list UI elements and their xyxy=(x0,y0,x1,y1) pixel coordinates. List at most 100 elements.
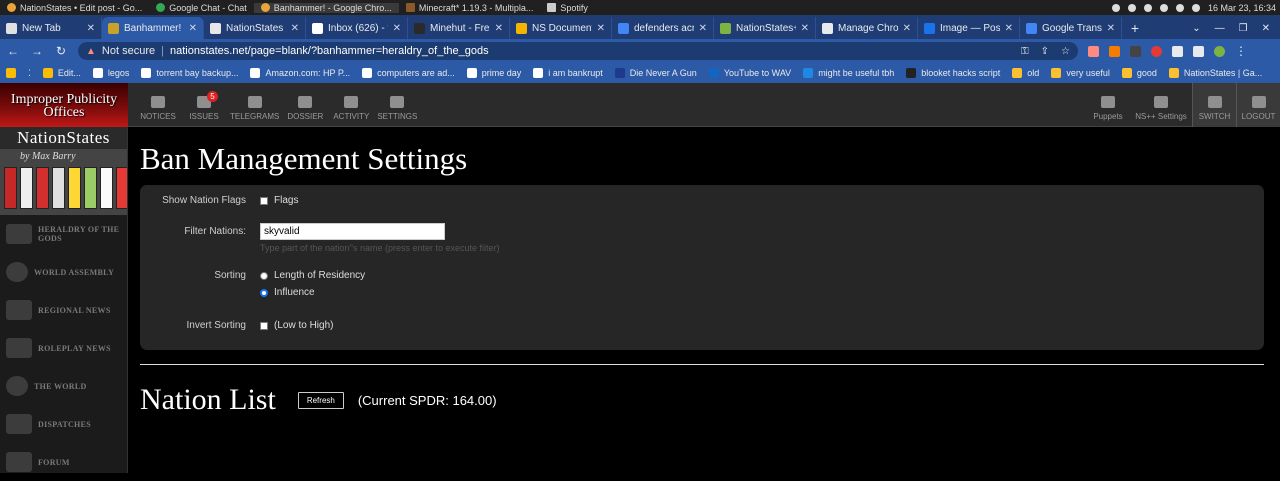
nav-switch[interactable]: SWITCH xyxy=(1192,83,1236,127)
tab-4[interactable]: Minehut - Free I ✕ xyxy=(408,17,510,39)
url-text[interactable]: nationstates.net/page=blank/?banhammer=h… xyxy=(170,45,489,57)
sidebar-item-dispatches[interactable]: DISPATCHES xyxy=(0,405,127,443)
volume-icon[interactable] xyxy=(1175,3,1184,12)
bookmark-item[interactable]: i am bankrupt xyxy=(533,68,603,78)
nav-notices[interactable]: NOTICES xyxy=(138,83,178,127)
power-icon[interactable] xyxy=(1191,3,1200,12)
taskbar-item[interactable]: NationStates • Edit post - Go... xyxy=(0,3,149,13)
address-bar[interactable]: ▲ Not secure | nationstates.net/page=bla… xyxy=(78,42,1078,60)
notification-icon[interactable] xyxy=(1111,3,1120,12)
bookmark-item[interactable]: very useful xyxy=(1051,68,1110,78)
media-icon[interactable] xyxy=(1127,3,1136,12)
new-tab-button[interactable]: + xyxy=(1122,17,1148,39)
tab-close-icon[interactable]: ✕ xyxy=(903,23,911,34)
refresh-button[interactable]: Refresh xyxy=(297,391,344,409)
bookmark-item[interactable]: good xyxy=(1121,68,1157,78)
bluetooth-icon[interactable] xyxy=(1159,3,1168,12)
tab-close-icon[interactable]: ✕ xyxy=(87,23,95,34)
bookmark-item[interactable]: old xyxy=(1012,68,1039,78)
region-logo[interactable]: Improper Publicity Offices xyxy=(0,83,128,127)
sidebar-item-the-world[interactable]: THE WORLD xyxy=(0,367,127,405)
extension-icon[interactable] xyxy=(1151,45,1162,57)
bookmark-item[interactable]: prime day xyxy=(466,68,521,78)
bookmark-item[interactable]: Amazon.com: HP P... xyxy=(250,68,350,78)
sort-influence-label[interactable]: Influence xyxy=(274,287,315,298)
sidebar-icon[interactable] xyxy=(1193,45,1204,57)
minimize-icon[interactable]: — xyxy=(1215,23,1225,34)
tab-10[interactable]: Google Translat ✕ xyxy=(1020,17,1122,39)
sidebar-item-regional-news[interactable]: REGIONAL NEWS xyxy=(0,291,127,329)
tab-close-icon[interactable]: ✕ xyxy=(291,23,299,34)
extension-icon[interactable] xyxy=(1130,45,1141,57)
bookmark-item[interactable]: YouTube to WAV xyxy=(708,68,791,78)
tab-5[interactable]: NS Documents ✕ xyxy=(510,17,612,39)
key-icon[interactable]: ⚿ xyxy=(1021,46,1029,57)
bookmark-item[interactable]: NationStates | Ga... xyxy=(1168,68,1262,78)
forward-icon[interactable]: → xyxy=(30,44,44,58)
tab-close-icon[interactable]: ✕ xyxy=(495,23,503,34)
extension-icon[interactable] xyxy=(1088,45,1099,57)
nav-settings[interactable]: SETTINGS xyxy=(377,83,417,127)
taskbar-item[interactable]: Google Chat - Chat xyxy=(149,3,254,13)
bookmark-item[interactable]: computers are ad... xyxy=(362,68,455,78)
extension-icon[interactable] xyxy=(1109,45,1120,57)
invert-checkbox[interactable] xyxy=(260,321,268,330)
tab-7[interactable]: NationStates++ ✕ xyxy=(714,17,816,39)
warning-icon[interactable]: ▲ xyxy=(86,46,96,57)
sidebar-item-heraldry-of-the-gods[interactable]: HERALDRY OF THE GODS xyxy=(0,215,127,253)
tab-close-icon[interactable]: ✕ xyxy=(1107,23,1115,34)
nav-activity[interactable]: ACTIVITY xyxy=(331,83,371,127)
wifi-icon[interactable] xyxy=(1143,3,1152,12)
sidebar-item-world-assembly[interactable]: WORLD ASSEMBLY xyxy=(0,253,127,291)
nav-issues[interactable]: ISSUES 5 xyxy=(184,83,224,127)
tab-close-icon[interactable]: ✕ xyxy=(597,23,605,34)
taskbar-item[interactable]: Banhammer! - Google Chro... xyxy=(253,2,399,13)
tab-9[interactable]: Image — Postin ✕ xyxy=(918,17,1020,39)
nav-logout[interactable]: LOGOUT xyxy=(1236,83,1280,127)
maximize-icon[interactable]: ❐ xyxy=(1239,23,1248,34)
tab-0[interactable]: New Tab ✕ xyxy=(0,17,102,39)
tab-close-icon[interactable]: ✕ xyxy=(801,23,809,34)
sort-influence-radio[interactable] xyxy=(260,288,268,297)
flags-checkbox[interactable] xyxy=(260,196,268,205)
tab-6[interactable]: defenders acros ✕ xyxy=(612,17,714,39)
more-dots-icon[interactable]: ⁚ xyxy=(28,68,31,79)
filter-nations-input[interactable] xyxy=(260,223,445,240)
tab-3[interactable]: Inbox (626) - th ✕ xyxy=(306,17,408,39)
tab-8[interactable]: Manage Chrom ✕ xyxy=(816,17,918,39)
tab-1[interactable]: Banhammer! ✕ xyxy=(102,17,204,39)
bookmark-item[interactable]: might be useful tbh xyxy=(803,68,894,78)
security-label[interactable]: Not secure xyxy=(102,45,155,57)
menu-icon[interactable]: ⋮ xyxy=(1235,44,1247,58)
profile-avatar-icon[interactable] xyxy=(1214,45,1225,57)
sidebar-item-roleplay-news[interactable]: ROLEPLAY NEWS xyxy=(0,329,127,367)
nav-telegrams[interactable]: TELEGRAMS xyxy=(230,83,279,127)
bookmark-item[interactable]: Die Never A Gun xyxy=(614,68,697,78)
sort-residency-radio[interactable] xyxy=(260,271,268,280)
close-icon[interactable]: ✕ xyxy=(1262,23,1270,34)
nav-puppets[interactable]: Puppets xyxy=(1086,83,1130,127)
reload-icon[interactable]: ↻ xyxy=(54,44,68,58)
tab-close-icon[interactable]: ✕ xyxy=(699,23,707,34)
apps-icon[interactable] xyxy=(6,68,16,78)
puzzle-icon[interactable] xyxy=(1172,45,1183,57)
star-icon[interactable]: ☆ xyxy=(1061,46,1070,57)
invert-option-label[interactable]: (Low to High) xyxy=(274,320,333,331)
nav-ns-settings[interactable]: NS++ Settings xyxy=(1130,83,1192,127)
sort-residency-label[interactable]: Length of Residency xyxy=(274,270,365,281)
tab-close-icon[interactable]: ✕ xyxy=(1005,23,1013,34)
taskbar-item[interactable]: Minecraft* 1.19.3 - Multipla... xyxy=(399,3,541,13)
flags-option-label[interactable]: Flags xyxy=(274,195,298,206)
bookmark-item[interactable]: torrent bay backup... xyxy=(141,68,238,78)
bookmark-item[interactable]: Edit... xyxy=(42,68,81,78)
bookmark-item[interactable]: legos xyxy=(92,68,129,78)
share-icon[interactable]: ⇪ xyxy=(1041,46,1049,57)
nav-dossier[interactable]: DOSSIER xyxy=(285,83,325,127)
tab-close-icon[interactable]: ✕ xyxy=(189,23,197,34)
sidebar-item-forum[interactable]: FORUM xyxy=(0,443,127,481)
tab-search-icon[interactable]: ⌄ xyxy=(1192,23,1200,34)
back-icon[interactable]: ← xyxy=(6,44,20,58)
nationstates-logo[interactable]: NationStates by Max Barry xyxy=(0,127,127,215)
bookmark-item[interactable]: blooket hacks script xyxy=(906,68,1000,78)
taskbar-item[interactable]: Spotify xyxy=(540,3,595,13)
